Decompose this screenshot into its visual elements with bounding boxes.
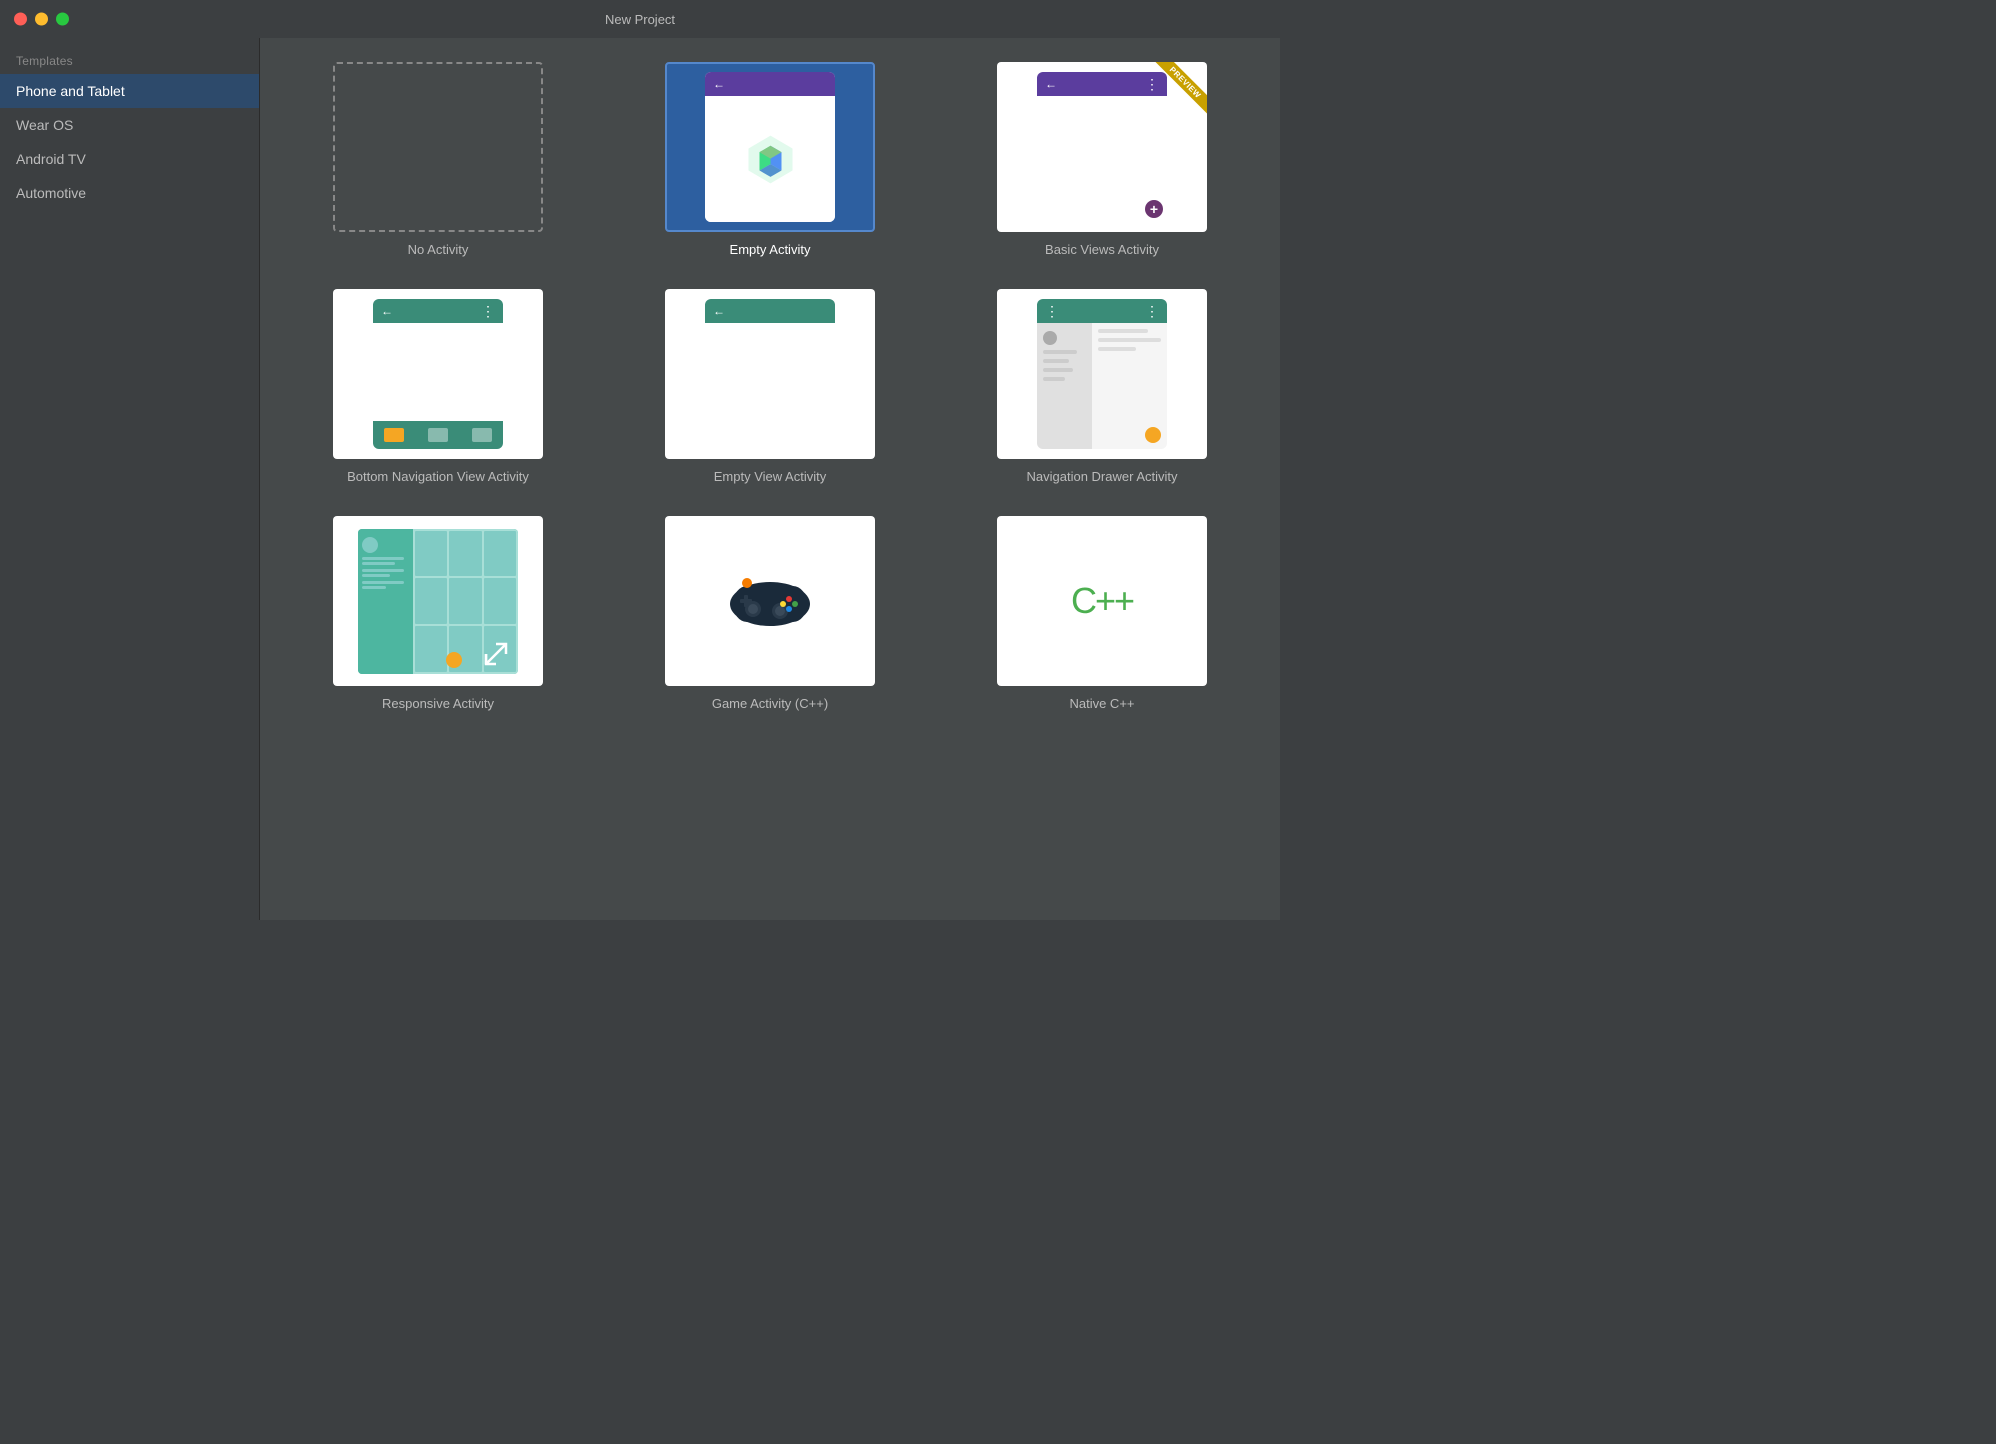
nd-header: ⋮ ⋮ [1037,299,1167,323]
basic-views-card: ← ⋮ + [997,62,1207,232]
fab-button-icon: + [1145,200,1163,218]
empty-view-mockup: ← [705,299,835,449]
preview-badge [1147,62,1207,122]
ea-header: ← [705,72,835,96]
template-item-native-cpp[interactable]: C++ Native C++ [956,516,1248,711]
window-controls [14,13,69,26]
template-item-responsive[interactable]: Responsive Activity [292,516,584,711]
cpp-logo-text: C++ [1071,580,1133,622]
template-label-bottom-nav: Bottom Navigation View Activity [347,469,529,484]
nav-drawer-card: ⋮ ⋮ [997,289,1207,459]
template-item-game-activity[interactable]: Game Activity (C++) [624,516,916,711]
no-activity-card [333,62,543,232]
template-item-no-activity[interactable]: No Activity [292,62,584,257]
template-label-game-activity: Game Activity (C++) [712,696,828,711]
window-title: New Project [605,12,675,27]
diagonal-arrow-icon [482,640,510,668]
sidebar-item-automotive[interactable]: Automotive [0,176,259,210]
template-label-nav-drawer: Navigation Drawer Activity [1027,469,1178,484]
resp-fab-button [446,652,462,668]
gamepad-icon [725,569,815,634]
nd-fab-button [1145,427,1161,443]
empty-activity-mockup: ← [705,72,835,222]
maximize-button[interactable] [56,13,69,26]
nd-drawer-line-4 [1043,377,1065,381]
main-layout: Templates Phone and Tablet Wear OS Andro… [0,38,1280,920]
sidebar-item-android-tv[interactable]: Android TV [0,142,259,176]
template-label-empty-activity: Empty Activity [730,242,811,257]
bn-footer [373,421,503,449]
bottom-nav-mockup: ← ⋮ [373,299,503,449]
template-item-bottom-nav[interactable]: ← ⋮ Bottom Navigation View Activity [292,289,584,484]
template-label-native-cpp: Native C++ [1069,696,1134,711]
resp-list-item-2 [362,569,409,577]
nd-main-line-3 [1098,347,1136,351]
nd-drawer-line-2 [1043,359,1069,363]
ev-header: ← [705,299,835,323]
nd-drawer-line-3 [1043,368,1073,372]
minimize-button[interactable] [35,13,48,26]
bn-body [373,323,503,421]
bn-tab-2 [428,428,448,442]
bottom-nav-card: ← ⋮ [333,289,543,459]
template-item-empty-activity[interactable]: ← [624,62,916,257]
nd-body [1037,323,1167,449]
native-cpp-card: C++ [997,516,1207,686]
template-item-basic-views[interactable]: ← ⋮ + Basic Views Activity [956,62,1248,257]
bn-header: ← ⋮ [373,299,503,323]
sidebar-section-label: Templates [0,46,259,74]
ev-body [705,323,835,449]
nd-drawer-panel [1037,323,1092,449]
title-bar: New Project [0,0,1280,38]
resp-list-item-3 [362,581,409,589]
sidebar: Templates Phone and Tablet Wear OS Andro… [0,38,260,920]
template-label-empty-view: Empty View Activity [714,469,826,484]
nd-main-content [1092,323,1167,449]
nd-main-line-2 [1098,338,1161,342]
game-activity-card [665,516,875,686]
empty-view-card: ← [665,289,875,459]
template-label-no-activity: No Activity [408,242,469,257]
nd-drawer-line-1 [1043,350,1077,354]
template-item-nav-drawer[interactable]: ⋮ ⋮ [956,289,1248,484]
responsive-card [333,516,543,686]
responsive-mockup [358,529,518,674]
empty-activity-card: ← [665,62,875,232]
resp-list-item-1 [362,557,409,565]
sidebar-item-wear-os[interactable]: Wear OS [0,108,259,142]
template-label-responsive: Responsive Activity [382,696,494,711]
template-item-empty-view[interactable]: ← Empty View Activity [624,289,916,484]
bn-tab-3 [472,428,492,442]
content-area: No Activity ← [260,38,1280,920]
android-studio-logo-icon [743,132,798,187]
resp-left-panel [358,529,413,674]
template-label-basic-views: Basic Views Activity [1045,242,1159,257]
resp-avatar [362,537,378,553]
bn-tab-active [384,428,404,442]
nd-drawer-avatar [1043,331,1057,345]
template-grid: No Activity ← [292,62,1248,711]
sidebar-item-phone-tablet[interactable]: Phone and Tablet [0,74,259,108]
nd-main-line-1 [1098,329,1148,333]
nav-drawer-mockup: ⋮ ⋮ [1037,299,1167,449]
close-button[interactable] [14,13,27,26]
